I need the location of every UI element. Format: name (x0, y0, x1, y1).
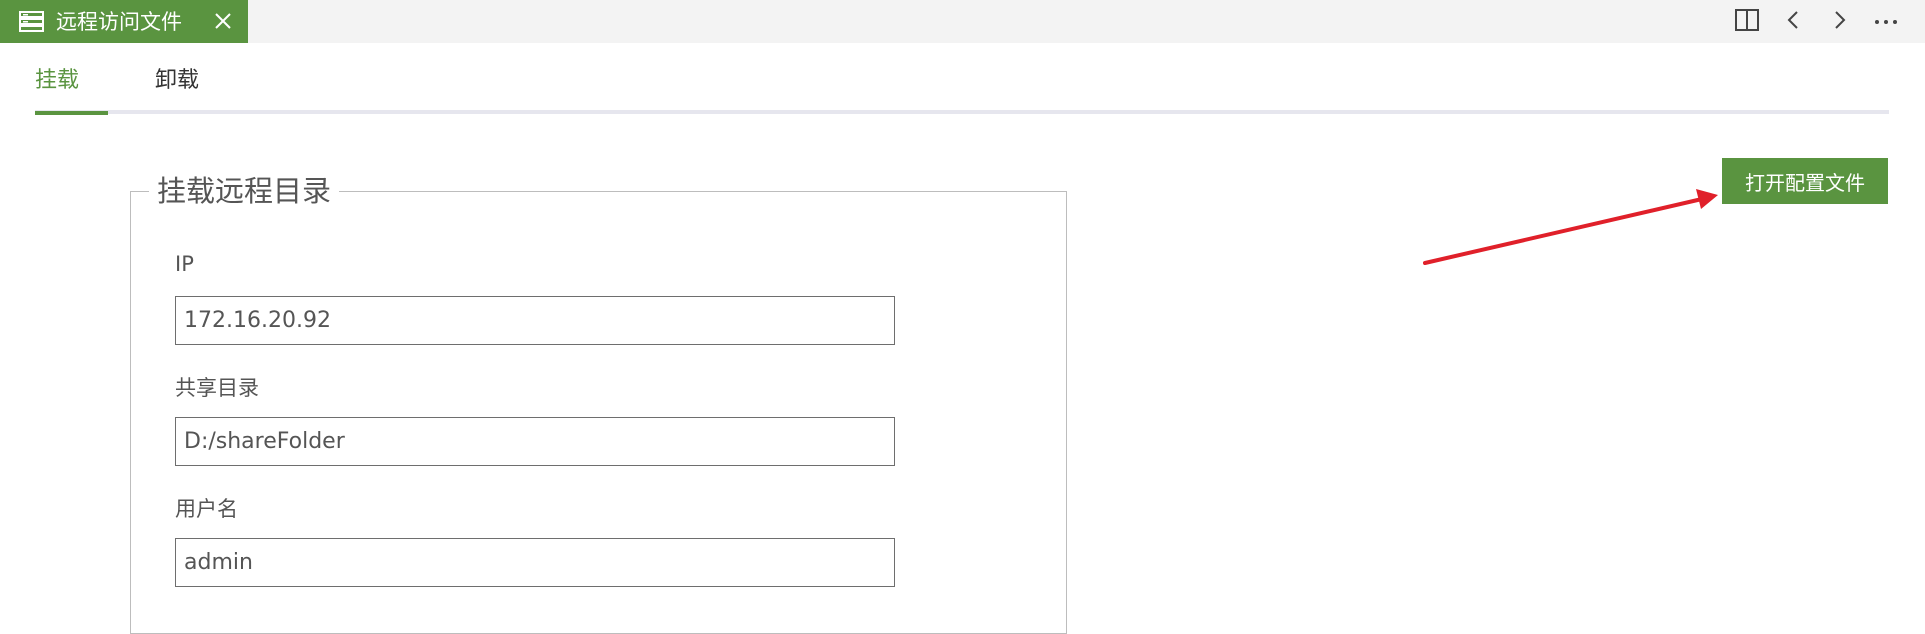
tab-title: 远程访问文件 (56, 10, 182, 34)
group-legend: 挂载远程目录 (157, 174, 332, 208)
annotation-arrow (1423, 189, 1718, 265)
title-bar: 远程访问文件 (0, 0, 1925, 43)
back-chevron-icon[interactable] (1778, 5, 1808, 35)
share-directory-label: 共享目录 (175, 376, 259, 400)
subtab-bar: 挂载 卸载 (35, 60, 1889, 115)
open-config-button[interactable]: 打开配置文件 (1722, 158, 1888, 204)
forward-chevron-icon[interactable] (1825, 5, 1855, 35)
split-editor-icon[interactable] (1732, 5, 1762, 35)
active-tab-underline (35, 111, 108, 115)
share-directory-input[interactable] (175, 417, 895, 466)
tab-mount-label: 挂载 (35, 68, 80, 93)
ip-input[interactable] (175, 296, 895, 345)
username-label: 用户名 (175, 497, 238, 521)
ip-label: IP (175, 252, 194, 276)
close-icon[interactable] (211, 9, 235, 33)
more-ellipsis-icon[interactable] (1871, 5, 1901, 35)
tab-mount[interactable]: 挂载 (35, 60, 108, 115)
tab-unmount-label: 卸载 (155, 68, 200, 93)
tab-unmount[interactable]: 卸载 (155, 60, 199, 115)
server-list-icon (19, 11, 44, 32)
username-input[interactable] (175, 538, 895, 587)
document-tab[interactable]: 远程访问文件 (0, 0, 248, 43)
